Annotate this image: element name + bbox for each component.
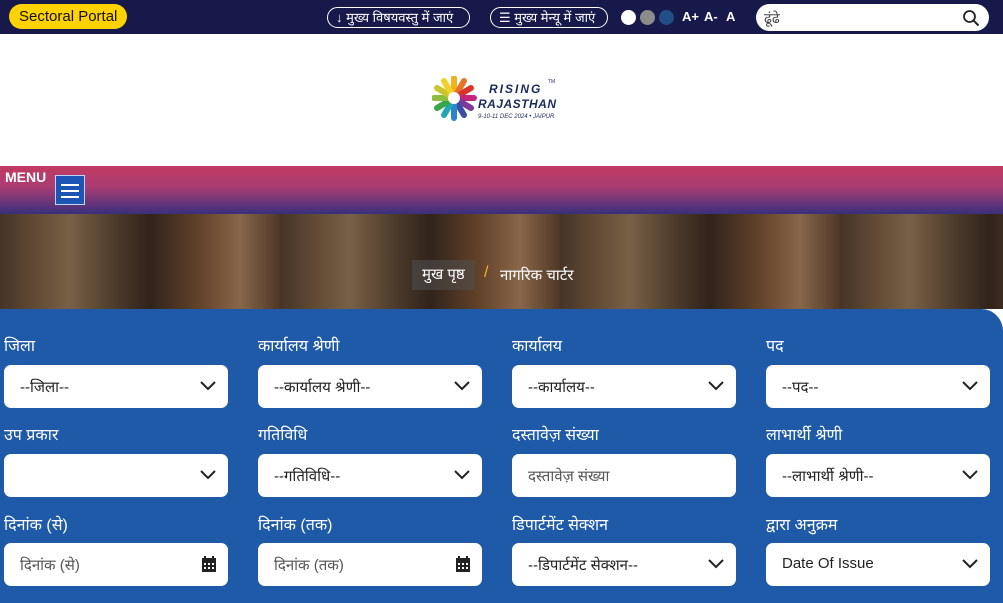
date-from-placeholder: दिनांक (से) <box>20 557 80 574</box>
sort-by-select[interactable]: Date Of Issue <box>766 543 990 586</box>
document-number-field[interactable]: दस्तावेज़ संख्या <box>512 454 736 497</box>
chevron-down-icon <box>454 470 470 480</box>
office-category-select-value: --कार्यालय श्रेणी-- <box>274 379 371 396</box>
chevron-down-icon <box>200 470 216 480</box>
sectoral-portal-button[interactable]: Sectoral Portal <box>9 4 128 29</box>
breadcrumb-home-link[interactable]: मुख पृष्ठ <box>412 260 475 290</box>
activity-select[interactable]: --गतिविधि-- <box>258 454 482 497</box>
sub-type-label: उप प्रकार <box>4 427 59 444</box>
chevron-down-icon <box>454 381 470 391</box>
font-reset-button[interactable]: A <box>726 9 735 25</box>
logo-trademark: TM <box>548 79 556 85</box>
theme-blue-toggle[interactable] <box>659 10 674 25</box>
calendar-icon[interactable] <box>202 556 216 572</box>
hamburger-icon[interactable] <box>55 175 85 205</box>
menu-strip: MENU <box>0 166 1003 214</box>
date-from-label: दिनांक (से) <box>4 517 68 534</box>
post-select[interactable]: --पद-- <box>766 365 990 408</box>
breadcrumb-current: नागरिक चार्टर <box>500 267 574 284</box>
logo-word-rising: RISING <box>489 82 543 96</box>
skip-to-menu-link[interactable]: ☰ मुख्य मेन्यू में जाएं <box>490 7 608 28</box>
sub-type-select[interactable] <box>4 454 228 497</box>
chevron-down-icon <box>200 381 216 391</box>
date-from-field[interactable]: दिनांक (से) <box>4 543 228 586</box>
district-select[interactable]: --जिला-- <box>4 365 228 408</box>
page-banner: मुख पृष्ठ / नागरिक चार्टर <box>0 214 1003 309</box>
chevron-down-icon <box>962 470 978 480</box>
chevron-down-icon <box>962 559 978 569</box>
calendar-icon[interactable] <box>456 556 470 572</box>
district-label: जिला <box>4 338 36 355</box>
search-input[interactable] <box>764 7 954 28</box>
top-bar: Sectoral Portal ↓ मुख्य विषयवस्तु में जा… <box>0 0 1003 34</box>
banner-overlay <box>0 214 1003 309</box>
district-select-value: --जिला-- <box>20 379 70 396</box>
menu-label: MENU <box>5 169 47 185</box>
sort-by-select-value: Date Of Issue <box>782 555 874 572</box>
beneficiary-category-select[interactable]: --लाभार्थी श्रेणी-- <box>766 454 990 497</box>
document-number-label: दस्तावेज़ संख्या <box>512 427 599 444</box>
department-section-select[interactable]: --डिपार्टमेंट सेक्शन-- <box>512 543 736 586</box>
activity-select-value: --गतिविधि-- <box>274 468 341 485</box>
breadcrumb-separator: / <box>484 264 489 281</box>
sort-by-label: द्वारा अनुक्रम <box>766 517 838 534</box>
font-increase-button[interactable]: A+ <box>682 9 699 25</box>
logo-subtitle: 9-10-11 DEC 2024 • JAIPUR <box>478 114 555 120</box>
activity-label: गतिविधि <box>258 427 308 444</box>
theme-white-toggle[interactable] <box>621 10 636 25</box>
chevron-down-icon <box>962 381 978 391</box>
office-select-value: --कार्यालय-- <box>528 379 595 396</box>
office-select[interactable]: --कार्यालय-- <box>512 365 736 408</box>
logo-word-rajasthan: RAJASTHAN <box>478 97 557 111</box>
office-label: कार्यालय <box>512 338 562 355</box>
department-section-select-value: --डिपार्टमेंट सेक्शन-- <box>528 557 638 574</box>
document-number-placeholder: दस्तावेज़ संख्या <box>528 468 610 485</box>
font-decrease-button[interactable]: A- <box>704 9 718 25</box>
office-category-label: कार्यालय श्रेणी <box>258 338 340 355</box>
office-category-select[interactable]: --कार्यालय श्रेणी-- <box>258 365 482 408</box>
chevron-down-icon <box>708 559 724 569</box>
filter-form-panel: जिला --जिला-- कार्यालय श्रेणी --कार्यालय… <box>0 309 1003 603</box>
search-box <box>756 4 989 31</box>
search-icon[interactable] <box>962 9 980 27</box>
post-select-value: --पद-- <box>782 379 819 396</box>
chevron-down-icon <box>708 381 724 391</box>
date-to-field[interactable]: दिनांक (तक) <box>258 543 482 586</box>
department-section-label: डिपार्टमेंट सेक्शन <box>512 517 608 534</box>
skip-to-content-link[interactable]: ↓ मुख्य विषयवस्तु में जाएं <box>327 7 470 28</box>
post-label: पद <box>766 338 784 355</box>
beneficiary-category-label: लाभार्थी श्रेणी <box>766 427 843 444</box>
date-to-label: दिनांक (तक) <box>258 517 333 534</box>
date-to-placeholder: दिनांक (तक) <box>274 557 344 574</box>
beneficiary-category-select-value: --लाभार्थी श्रेणी-- <box>782 468 874 485</box>
theme-gray-toggle[interactable] <box>640 10 655 25</box>
